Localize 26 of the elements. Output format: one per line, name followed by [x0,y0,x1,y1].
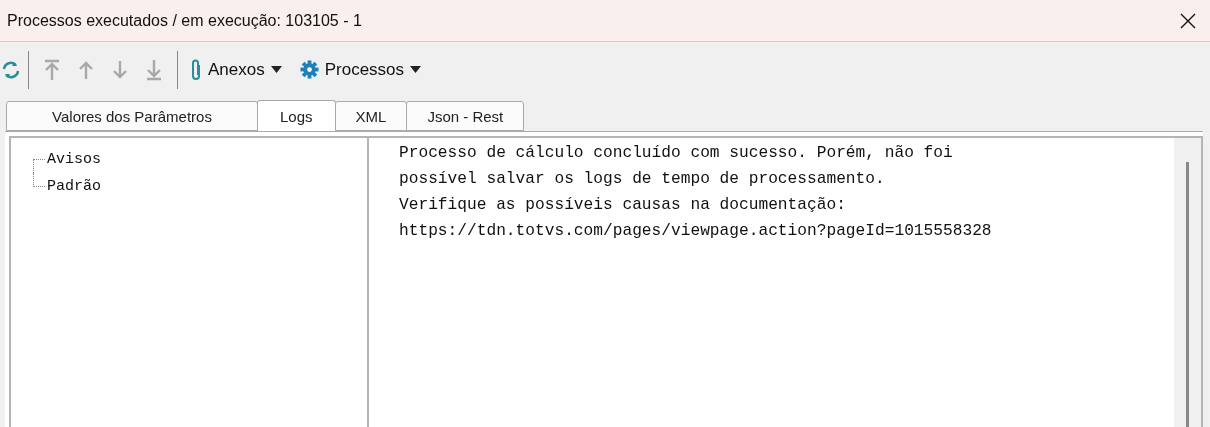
window-title: Processos executados / em execução: 103105 - 1 [7,11,362,30]
menu-button[interactable]: Processos [293,55,428,84]
scrollbar[interactable] [1174,138,1201,427]
refresh-icon [1,59,21,80]
close-icon [1180,12,1196,29]
arrow-to-top-icon [44,58,60,81]
paperclip-icon [190,58,202,81]
log-text: possível salvar os logs de tempo de processamento. [399,169,886,190]
log-text: Verifique as possíveis causas na documentação: [399,195,847,216]
tree-item[interactable]: Padrão [47,178,101,195]
caret-icon [410,66,422,73]
tab[interactable]: XML [334,101,408,131]
tree-item[interactable]: Avisos [47,151,101,168]
arrow-to-bottom-icon [146,58,162,81]
caret-icon [270,66,282,73]
tab[interactable]: Logs [257,100,336,131]
gear-icon [299,60,319,79]
log-text: https://tdn.totvs.com/pages/viewpage.action?pageId=1015558328 [399,221,993,242]
tab[interactable]: Valores dos Parâmetros [6,101,258,131]
arrow-down-icon [112,59,128,80]
menu-button[interactable]: Anexos [184,54,288,85]
tree-connector [33,173,45,187]
tree-connector [33,159,45,173]
tab[interactable]: Json - Rest [406,101,525,131]
arrow-up-icon [78,59,94,80]
log-text: Processo de cálculo concluído com sucesso. Porém, não foi [399,143,954,164]
